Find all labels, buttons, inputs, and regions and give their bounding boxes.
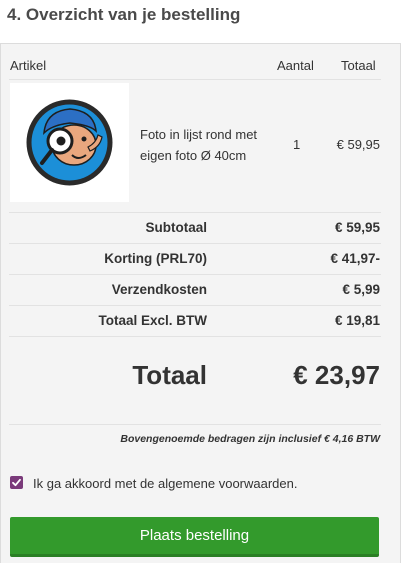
- divider: [9, 274, 381, 275]
- grand-total-value: € 23,97: [293, 360, 380, 390]
- product-thumbnail[interactable]: [10, 83, 129, 202]
- divider: [9, 305, 381, 306]
- discount-value: € 41,97-: [330, 251, 380, 266]
- column-header-total: Totaal: [341, 58, 376, 73]
- column-header-quantity: Aantal: [277, 58, 314, 73]
- product-name[interactable]: Foto in lijst rond met eigen foto Ø 40cm: [140, 124, 280, 166]
- order-overview-panel: Artikel Aantal Totaal Foto in lijst rond…: [0, 43, 401, 563]
- terms-label[interactable]: Ik ga akkoord met de algemene voorwaarde…: [33, 476, 298, 491]
- terms-checkbox[interactable]: [10, 476, 23, 489]
- divider: [9, 79, 381, 80]
- discount-label: Korting (PRL70): [104, 251, 207, 266]
- section-title: 4. Overzicht van je bestelling: [7, 5, 241, 24]
- product-quantity: 1: [293, 137, 301, 152]
- shipping-label: Verzendkosten: [111, 282, 207, 297]
- divider: [9, 212, 381, 213]
- excl-vat-value: € 19,81: [334, 313, 380, 328]
- shipping-value: € 5,99: [342, 282, 380, 297]
- excl-vat-label: Totaal Excl. BTW: [98, 313, 207, 328]
- grand-total-label: Totaal: [132, 360, 207, 390]
- place-order-button[interactable]: Plaats bestelling: [10, 517, 379, 557]
- magnifier-mascot-icon: [26, 99, 113, 186]
- divider: [9, 424, 381, 425]
- product-total: € 59,95: [336, 137, 380, 152]
- divider: [9, 243, 381, 244]
- checkmark-icon: [12, 478, 21, 487]
- subtotal-value: € 59,95: [334, 220, 380, 235]
- vat-note: Bovengenoemde bedragen zijn inclusief € …: [120, 433, 380, 445]
- column-header-article: Artikel: [10, 58, 47, 73]
- subtotal-label: Subtotaal: [145, 220, 207, 235]
- divider: [9, 336, 381, 337]
